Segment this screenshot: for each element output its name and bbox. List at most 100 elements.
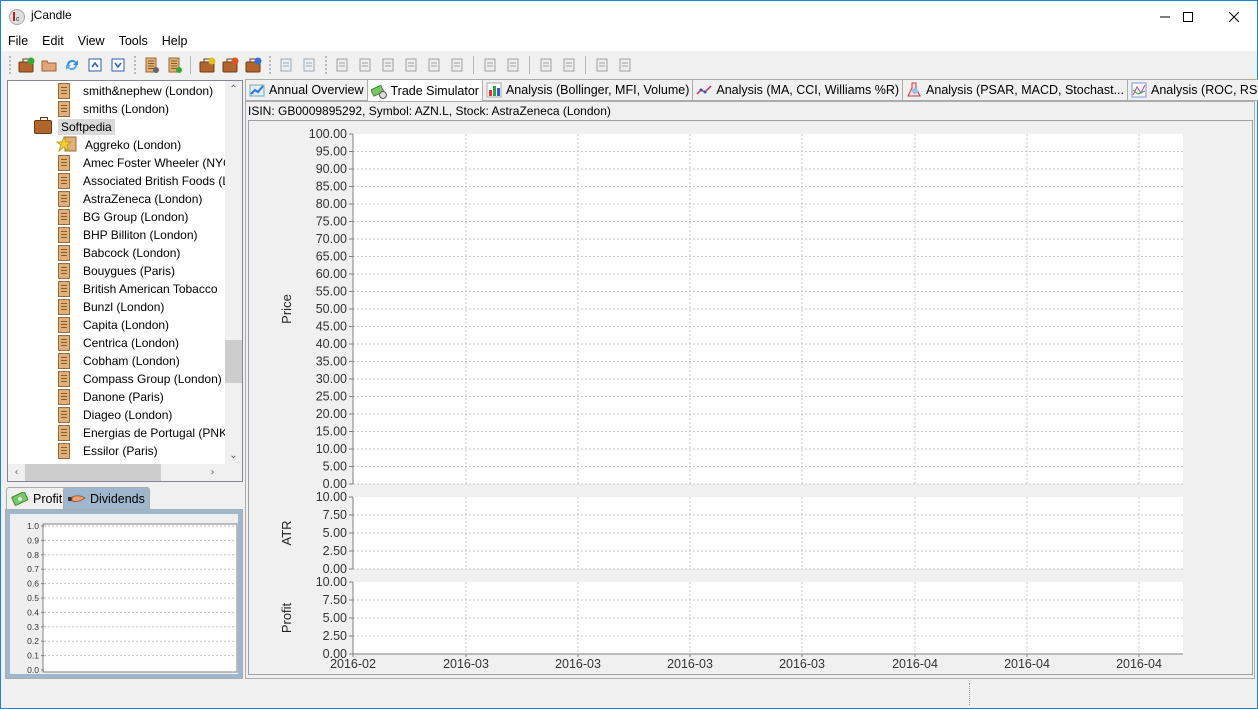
tree-stock-item[interactable]: British American Tobacco <box>58 280 221 298</box>
tree-item-label: smiths (London) <box>83 102 170 116</box>
tree-stock-item[interactable]: Capita (London) <box>58 316 172 334</box>
chart-settings-button[interactable] <box>333 56 351 74</box>
tree-stock-item[interactable]: smith&nephew (London) <box>58 82 216 100</box>
delete-portfolio-button[interactable] <box>221 56 239 74</box>
tree-horizontal-scroll-thumb[interactable] <box>25 464 161 481</box>
tree-stock-item[interactable]: Compass Group (London) <box>58 370 225 388</box>
menu-bar: File Edit View Tools Help <box>1 32 1257 51</box>
menu-tools[interactable]: Tools <box>112 32 155 51</box>
new-portfolio-button[interactable] <box>17 56 35 74</box>
y-tick-label: 95.00 <box>316 145 347 159</box>
add-transaction-button[interactable] <box>481 56 499 74</box>
tab-analysis-bollinger-mfi-volume[interactable]: Analysis (Bollinger, MFI, Volume) <box>481 79 693 101</box>
bottom-left-panel: Profit Dividends 1.0 0.9 0.8 0.7 0.6 0.5 0.4 0.… <box>5 485 243 679</box>
document-edit-button[interactable] <box>402 56 420 74</box>
dividends-y-tick-label: 0.0 <box>27 665 39 674</box>
tab-dividends[interactable]: Dividends <box>63 487 150 509</box>
y-tick-label: 40.00 <box>316 337 347 351</box>
add-stock-button[interactable] <box>165 56 183 74</box>
save-portfolio-button[interactable] <box>244 56 262 74</box>
menu-edit[interactable]: Edit <box>35 32 71 51</box>
maximize-button[interactable] <box>1165 1 1211 32</box>
tree-stock-item[interactable]: Associated British Foods (L <box>58 172 232 190</box>
tree-stock-item[interactable]: Aggreko (London) <box>55 135 184 154</box>
tab-analysis-ma-cci-williams-r[interactable]: Analysis (MA, CCI, Williams %R) <box>692 79 903 101</box>
tree-stock-item[interactable]: Cobham (London) <box>58 352 183 370</box>
tree-stock-item[interactable]: Bunzl (London) <box>58 298 167 316</box>
x-tick-label: 2016-03 <box>443 657 489 671</box>
stock-document-icon <box>58 389 70 405</box>
menu-file[interactable]: File <box>1 32 35 51</box>
favorite-button[interactable] <box>356 56 374 74</box>
y-tick-label: 80.00 <box>316 197 347 211</box>
remove-transaction-button[interactable] <box>504 56 522 74</box>
export-button[interactable] <box>300 56 318 74</box>
x-tick-label: 2016-03 <box>667 657 713 671</box>
atr-pane: 10.00 7.50 5.00 2.50 0.00 ATR <box>279 490 1183 576</box>
stock-list-button[interactable] <box>142 56 160 74</box>
tree-stock-item[interactable]: Energias de Portugal (PNK <box>58 424 230 442</box>
tree-vertical-scroll-thumb[interactable] <box>225 340 242 383</box>
move-up-button[interactable] <box>86 56 104 74</box>
announce-button[interactable] <box>593 56 611 74</box>
y-tick-label: 2.50 <box>323 629 347 643</box>
refresh-button[interactable] <box>63 56 81 74</box>
tab-profit[interactable]: Profit <box>6 487 68 509</box>
tree-item-label: Amec Foster Wheeler (NYC <box>83 156 232 170</box>
tree-vertical-scrollbar[interactable]: ⌃ ⌄ <box>225 81 242 465</box>
edit-portfolio-button[interactable] <box>198 56 216 74</box>
tree-stock-item[interactable]: Bouygues (Paris) <box>58 262 178 280</box>
tab-analysis-psar-macd-stochast[interactable]: Analysis (PSAR, MACD, Stochast... <box>902 79 1128 101</box>
tree-item-label: Capita (London) <box>83 318 170 332</box>
import-button[interactable] <box>277 56 295 74</box>
remove-calculator-button[interactable] <box>560 56 578 74</box>
dividends-chart-container: 1.0 0.9 0.8 0.7 0.6 0.5 0.4 0.3 0.2 0.1 0.0 <box>10 514 238 675</box>
portfolio-tree[interactable]: Essilor (Paris) Energias de Portugal (PNK… <box>7 80 243 482</box>
tab-analysis-roc-rsi-aroon[interactable]: Analysis (ROC, RSI, Aroon) <box>1127 79 1258 101</box>
stock-document-icon <box>58 407 70 423</box>
report-button[interactable] <box>616 56 634 74</box>
tree-stock-item[interactable]: Danone (Paris) <box>58 388 167 406</box>
tree-stock-item[interactable]: smiths (London) <box>58 100 172 118</box>
tree-item-label: Bunzl (London) <box>83 300 165 314</box>
key-button[interactable] <box>425 56 443 74</box>
line-points-icon <box>696 85 712 95</box>
scroll-right-arrow[interactable]: › <box>204 464 221 481</box>
maximize-icon <box>1183 11 1193 22</box>
edit-note-button[interactable] <box>379 56 397 74</box>
tree-stock-item[interactable]: Amec Foster Wheeler (NYC <box>58 154 235 172</box>
scroll-up-arrow[interactable]: ⌃ <box>225 81 242 98</box>
add-stock-icon <box>168 57 182 73</box>
tree-stock-item[interactable]: BHP Billiton (London) <box>58 226 201 244</box>
briefcase-icon <box>34 117 52 134</box>
tree-stock-item[interactable]: Centrica (London) <box>58 334 182 352</box>
scroll-down-arrow[interactable]: ⌄ <box>225 447 242 464</box>
tab-annual-overview[interactable]: Annual Overview <box>245 79 367 101</box>
add-calculator-button[interactable] <box>537 56 555 74</box>
dividends-tab-content: 1.0 0.9 0.8 0.7 0.6 0.5 0.4 0.3 0.2 0.1 0.0 <box>5 509 243 679</box>
open-folder-button[interactable] <box>40 56 58 74</box>
tree-horizontal-scrollbar[interactable]: ‹ › <box>8 464 242 481</box>
tab-trade-simulator[interactable]: Trade Simulator <box>366 79 482 102</box>
tree-stock-item[interactable]: Essilor (Paris) <box>58 442 161 460</box>
clipboard-button[interactable] <box>448 56 466 74</box>
move-down-button[interactable] <box>109 56 127 74</box>
stock-document-icon <box>58 191 70 207</box>
tree-item-label: Softpedia <box>58 119 115 135</box>
atr-axis-label: ATR <box>279 520 294 545</box>
tree-stock-item[interactable]: Babcock (London) <box>58 244 183 262</box>
tree-portfolio-node[interactable]: Softpedia <box>34 117 115 136</box>
toolbar-separator <box>529 56 530 74</box>
menu-view[interactable]: View <box>71 32 112 51</box>
stock-document-icon <box>58 101 70 117</box>
menu-help[interactable]: Help <box>155 32 195 51</box>
dividends-y-tick-label: 0.2 <box>27 636 39 646</box>
scroll-left-arrow[interactable]: ‹ <box>8 464 25 481</box>
tree-stock-item[interactable]: AstraZeneca (London) <box>58 190 205 208</box>
main-tab-bar: Annual Overview Trade Simulator Analysis (… <box>245 79 1258 102</box>
tree-stock-item[interactable]: BG Group (London) <box>58 208 191 226</box>
toolbar-separator <box>190 56 191 74</box>
announce-icon <box>596 58 608 72</box>
tree-stock-item[interactable]: Diageo (London) <box>58 406 175 424</box>
close-button[interactable] <box>1211 1 1257 32</box>
